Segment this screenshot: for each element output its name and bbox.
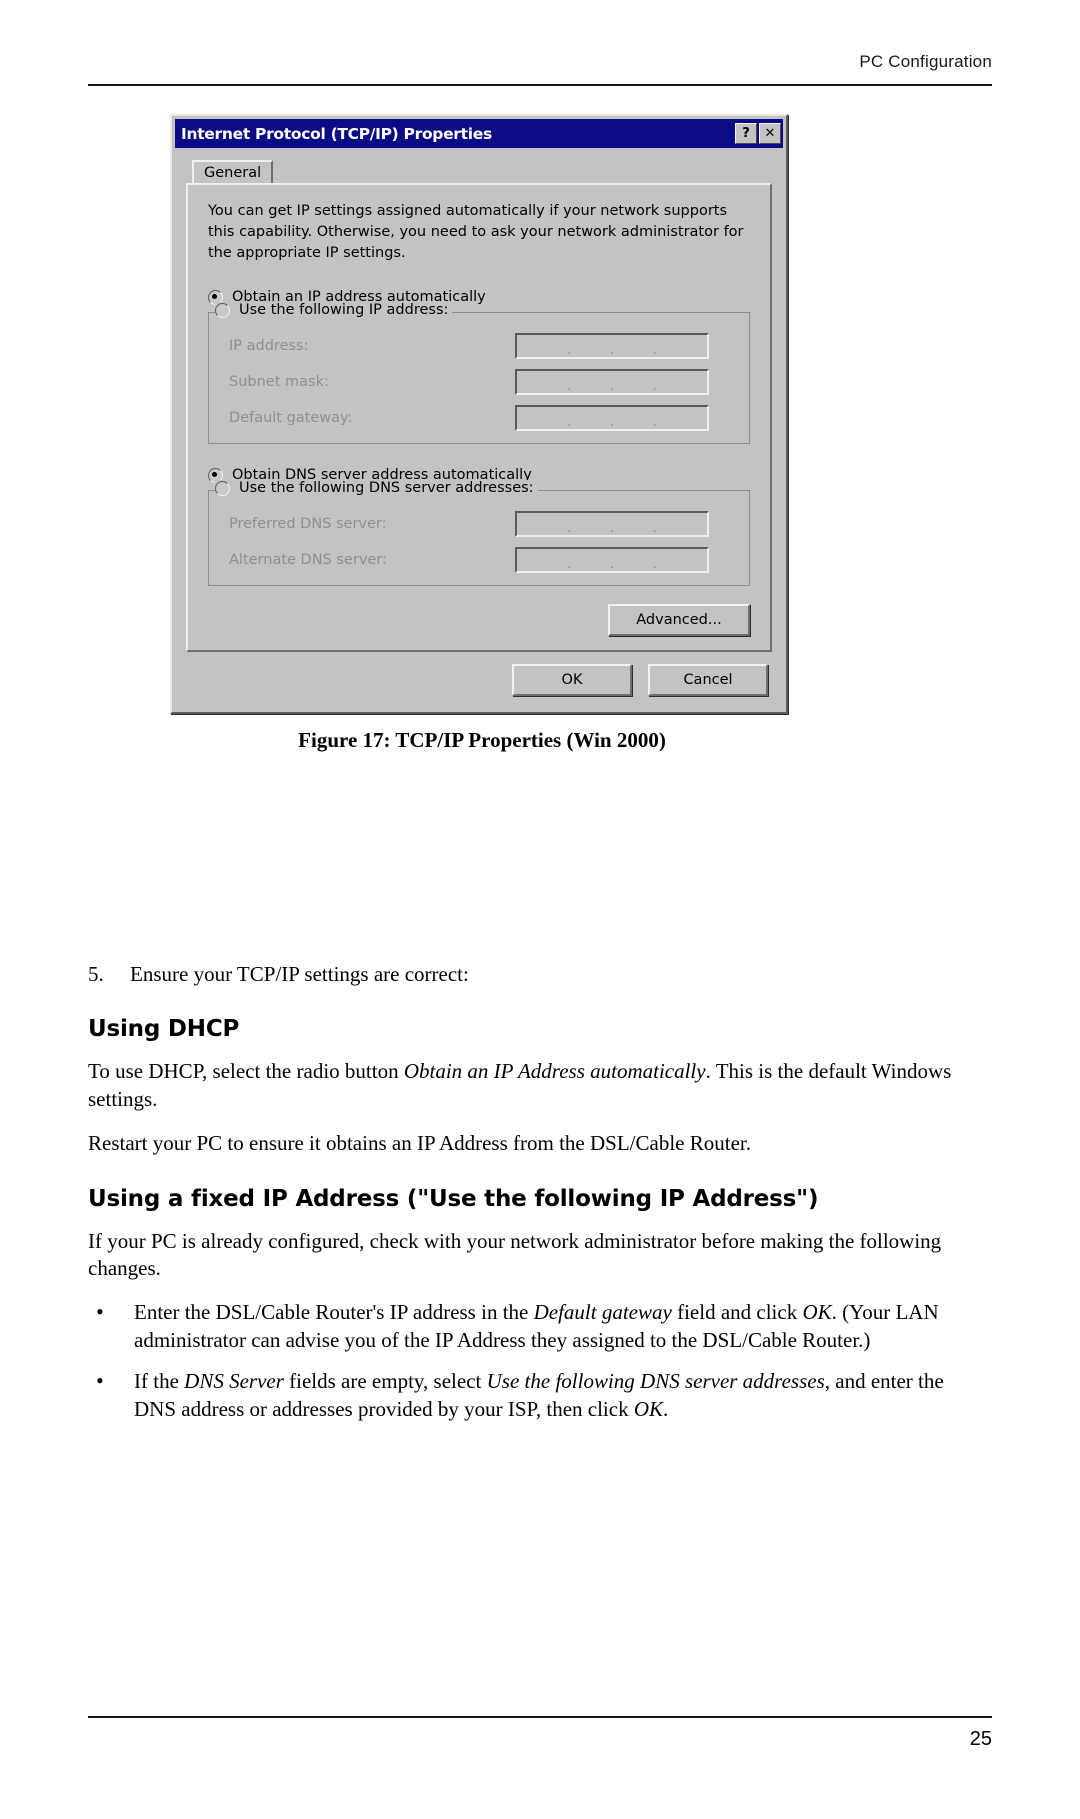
tab-general[interactable]: General bbox=[192, 160, 274, 183]
dialog-titlebar: Internet Protocol (TCP/IP) Properties ? … bbox=[175, 119, 783, 148]
help-icon[interactable]: ? bbox=[735, 123, 757, 144]
bullet2-emphasis-2: Use the following DNS server addresses bbox=[486, 1368, 825, 1393]
group-static-dns: Use the following DNS server addresses: … bbox=[208, 480, 750, 587]
field-alternate-dns: Alternate DNS server: . . . bbox=[213, 547, 745, 574]
intro-line-3: the appropriate IP settings. bbox=[208, 245, 406, 262]
radio-use-following-ip[interactable]: Use the following IP address: bbox=[215, 302, 453, 319]
bullet2-emphasis-3: OK bbox=[633, 1396, 664, 1421]
step-text: Ensure your TCP/IP settings are correct: bbox=[130, 962, 469, 986]
default-gateway-input[interactable]: . . . bbox=[515, 405, 709, 432]
footer-divider bbox=[88, 1716, 992, 1718]
header-divider bbox=[88, 84, 992, 86]
bullet2-emphasis-1: DNS Server bbox=[184, 1368, 284, 1393]
group-static-ip: Use the following IP address: IP address… bbox=[208, 302, 750, 445]
radio-button-icon[interactable] bbox=[215, 480, 230, 496]
ok-button[interactable]: OK bbox=[512, 664, 632, 697]
heading-using-fixed-ip: Using a fixed IP Address ("Use the follo… bbox=[88, 1185, 819, 1212]
advanced-button[interactable]: Advanced... bbox=[608, 604, 750, 637]
dhcp-text-a: To use DHCP, select the radio button bbox=[88, 1059, 404, 1084]
dialog-title: Internet Protocol (TCP/IP) Properties bbox=[181, 124, 492, 143]
advanced-button-row: Advanced... bbox=[208, 604, 750, 637]
field-default-gateway: Default gateway: . . . bbox=[213, 405, 745, 432]
ip-address-input[interactable]: . . . bbox=[515, 333, 709, 360]
page-header-title: PC Configuration bbox=[859, 52, 992, 71]
field-subnet-mask: Subnet mask: . . . bbox=[213, 369, 745, 396]
numbered-step-5: 5. Ensure your TCP/IP settings are corre… bbox=[88, 960, 986, 988]
titlebar-button-group: ? ✕ bbox=[735, 123, 781, 144]
cancel-button[interactable]: Cancel bbox=[648, 664, 768, 697]
bullet1-emphasis-1: Default gateway bbox=[533, 1299, 672, 1324]
tab-strip: General bbox=[192, 157, 786, 183]
alternate-dns-input[interactable]: . . . bbox=[515, 547, 709, 574]
dialog-panel-general: You can get IP settings assigned automat… bbox=[186, 183, 772, 653]
figure-caption: Figure 17: TCP/IP Properties (Win 2000) bbox=[298, 728, 666, 753]
bullet1-emphasis-2: OK bbox=[802, 1299, 832, 1324]
figure-tcpip-properties: Internet Protocol (TCP/IP) Properties ? … bbox=[170, 114, 794, 753]
alternate-dns-label: Alternate DNS server: bbox=[229, 552, 387, 569]
dialog-window: Internet Protocol (TCP/IP) Properties ? … bbox=[170, 114, 788, 715]
close-icon[interactable]: ✕ bbox=[759, 123, 781, 144]
bullet-list: Enter the DSL/Cable Router's IP address … bbox=[88, 1297, 986, 1424]
dialog-footer-buttons: OK Cancel bbox=[190, 664, 768, 697]
field-preferred-dns: Preferred DNS server: . . . bbox=[213, 511, 745, 538]
radio-use-ip-label: Use the following IP address: bbox=[239, 302, 449, 319]
step-number: 5. bbox=[88, 962, 104, 986]
radio-use-following-dns[interactable]: Use the following DNS server addresses: bbox=[215, 480, 538, 497]
bullet2-text-d: . bbox=[663, 1396, 669, 1421]
bullet1-text-a: Enter the DSL/Cable Router's IP address … bbox=[134, 1299, 534, 1324]
default-gateway-label: Default gateway: bbox=[229, 410, 353, 427]
list-item: If the DNS Server fields are empty, sele… bbox=[88, 1366, 986, 1424]
ip-address-label: IP address: bbox=[229, 338, 309, 355]
subnet-mask-input[interactable]: . . . bbox=[515, 369, 709, 396]
paragraph-fixed-1: If your PC is already configured, check … bbox=[88, 1228, 942, 1281]
preferred-dns-label: Preferred DNS server: bbox=[229, 516, 387, 533]
paragraph-dhcp-1: To use DHCP, select the radio button Obt… bbox=[88, 1058, 986, 1113]
list-item: Enter the DSL/Cable Router's IP address … bbox=[88, 1297, 986, 1355]
radio-button-icon[interactable] bbox=[215, 302, 230, 318]
dhcp-emphasis-1: Obtain an IP Address automatically bbox=[403, 1059, 706, 1084]
bullet1-text-b: field and click bbox=[671, 1299, 803, 1324]
preferred-dns-input[interactable]: . . . bbox=[515, 511, 709, 538]
intro-line-2: this capability. Otherwise, you need to … bbox=[208, 224, 744, 241]
subnet-mask-label: Subnet mask: bbox=[229, 374, 329, 391]
page-number: 25 bbox=[969, 1728, 992, 1750]
bullet2-text-b: fields are empty, select bbox=[283, 1368, 487, 1393]
dialog-intro-text: You can get IP settings assigned automat… bbox=[208, 201, 750, 264]
bullet2-text-a: If the bbox=[134, 1368, 185, 1393]
intro-line-1: You can get IP settings assigned automat… bbox=[208, 203, 728, 219]
heading-using-dhcp: Using DHCP bbox=[88, 1016, 240, 1043]
page-header: PC Configuration bbox=[88, 52, 992, 72]
document-body: 5. Ensure your TCP/IP settings are corre… bbox=[88, 960, 986, 1437]
radio-use-dns-label: Use the following DNS server addresses: bbox=[239, 480, 534, 497]
field-ip-address: IP address: . . . bbox=[213, 333, 745, 360]
paragraph-dhcp-2: Restart your PC to ensure it obtains an … bbox=[88, 1130, 751, 1155]
